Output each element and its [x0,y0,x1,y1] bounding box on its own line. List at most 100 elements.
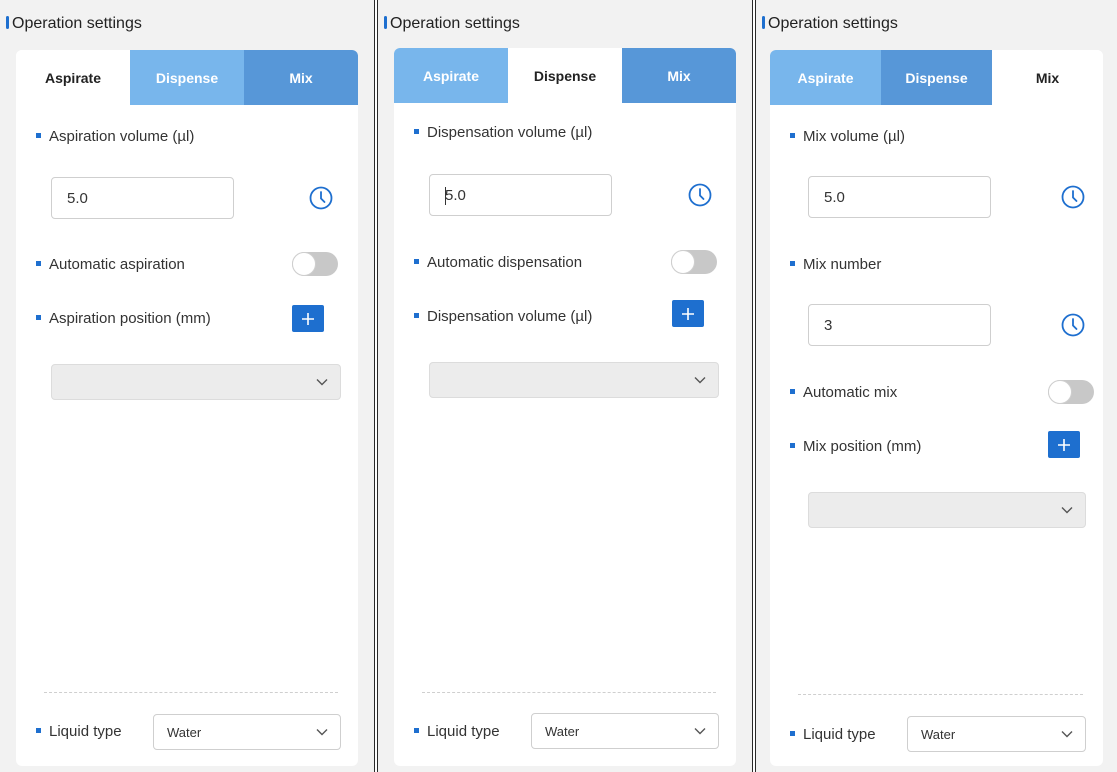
panel-title: Operation settings [768,15,898,32]
bullet [36,727,41,733]
bullet [790,730,795,736]
liquid-type-value: Water [167,724,202,740]
mix-number-label-text: Mix number [803,256,882,273]
liquid-type-value: Water [921,726,956,742]
bullet [790,132,795,138]
plus-icon [682,307,694,320]
mix-number-input[interactable]: 3 [808,304,991,346]
automatic-mix-toggle[interactable] [1048,380,1094,404]
settings-card: Aspirate Dispense Mix Dispensation volum… [394,48,736,766]
automatic-aspiration-label-text: Automatic aspiration [49,256,185,273]
add-position-button[interactable] [672,300,704,327]
bullet [790,442,795,448]
title-marker [762,16,765,29]
add-position-button[interactable] [292,305,324,332]
dispensation-position-label-text: Dispensation volume (µl) [427,308,593,325]
title-marker [384,16,387,29]
mix-position-select[interactable] [808,492,1086,528]
chevron-down-icon [694,377,706,384]
aspiration-position-select[interactable] [51,364,341,400]
aspiration-volume-label-text: Aspiration volume (µl) [49,128,195,145]
tab-dispense[interactable]: Dispense [508,48,622,103]
liquid-type-label-text: Liquid type [803,726,876,743]
divider [44,692,338,693]
dispensation-position-select[interactable] [429,362,719,398]
mix-volume-label: Mix volume (µl) [790,128,905,146]
liquid-type-label: Liquid type [790,726,876,744]
tab-dispense[interactable]: Dispense [881,50,992,105]
liquid-type-value: Water [545,723,580,739]
add-position-button[interactable] [1048,431,1080,458]
settings-panel-dispense: Operation settings Aspirate Dispense Mix… [377,0,753,772]
aspiration-position-label-text: Aspiration position (mm) [49,310,211,327]
tab-mix[interactable]: Mix [244,50,358,105]
liquid-type-select[interactable]: Water [531,713,719,749]
tab-mix[interactable]: Mix [622,48,736,103]
liquid-type-label-text: Liquid type [427,723,500,740]
tab-dispense[interactable]: Dispense [130,50,244,105]
automatic-dispensation-toggle[interactable] [671,250,717,274]
liquid-type-label: Liquid type [36,723,122,741]
dispensation-volume-value: 5.0 [445,186,466,204]
bullet [36,314,41,320]
mix-number-label: Mix number [790,256,881,274]
title-marker [6,16,9,29]
chevron-down-icon [1061,731,1073,738]
chevron-down-icon [316,729,328,736]
automatic-dispensation-label: Automatic dispensation [414,254,582,272]
tab-mix[interactable]: Mix [992,50,1103,105]
bullet [414,258,419,264]
automatic-mix-label-text: Automatic mix [803,384,898,401]
chevron-down-icon [1061,507,1073,514]
dispensation-volume-input[interactable]: 5.0 [429,174,612,216]
bullet [414,727,419,733]
liquid-type-select[interactable]: Water [153,714,341,750]
tab-aspirate[interactable]: Aspirate [394,48,508,103]
bullet [790,260,795,266]
plus-icon [1058,438,1070,451]
bullet [36,132,41,138]
liquid-type-select[interactable]: Water [907,716,1086,752]
bullet [414,312,419,318]
automatic-aspiration-toggle[interactable] [292,252,338,276]
tab-bar: Aspirate Dispense Mix [16,50,358,105]
aspiration-volume-input[interactable]: 5.0 [51,177,234,219]
toggle-knob [671,250,695,274]
toggle-knob [1048,380,1072,404]
mix-volume-input[interactable]: 5.0 [808,176,991,218]
panel-title: Operation settings [390,15,520,32]
mix-position-label-text: Mix position (mm) [803,438,922,455]
clock-icon[interactable] [309,186,333,210]
tab-bar: Aspirate Dispense Mix [770,50,1103,105]
automatic-aspiration-label: Automatic aspiration [36,256,185,274]
clock-icon[interactable] [688,183,712,207]
settings-card: Aspirate Dispense Mix Aspiration volume … [16,50,358,766]
settings-panel-aspirate: Operation settings Aspirate Dispense Mix… [0,0,375,772]
aspiration-position-label: Aspiration position (mm) [36,310,211,328]
divider [422,692,716,693]
toggle-knob [292,252,316,276]
bullet [36,260,41,266]
dispensation-volume-label-text: Dispensation volume (µl) [427,124,593,141]
dispensation-volume-label: Dispensation volume (µl) [414,124,592,142]
bullet [414,128,419,134]
plus-icon [302,312,314,325]
liquid-type-label: Liquid type [414,723,500,741]
clock-icon[interactable] [1061,313,1085,337]
mix-position-label: Mix position (mm) [790,438,921,456]
aspiration-volume-label: Aspiration volume (µl) [36,128,194,146]
tab-bar: Aspirate Dispense Mix [394,48,736,103]
text-caret [445,187,446,205]
settings-panel-mix: Operation settings Aspirate Dispense Mix… [755,0,1117,772]
automatic-dispensation-label-text: Automatic dispensation [427,254,583,271]
dispensation-position-label: Dispensation volume (µl) [414,308,592,326]
chevron-down-icon [316,379,328,386]
tab-aspirate[interactable]: Aspirate [770,50,881,105]
bullet [790,388,795,394]
divider [798,694,1083,695]
chevron-down-icon [694,728,706,735]
settings-card: Aspirate Dispense Mix Mix volume (µl) 5.… [770,50,1103,766]
clock-icon[interactable] [1061,185,1085,209]
tab-aspirate[interactable]: Aspirate [16,50,130,105]
liquid-type-label-text: Liquid type [49,723,122,740]
